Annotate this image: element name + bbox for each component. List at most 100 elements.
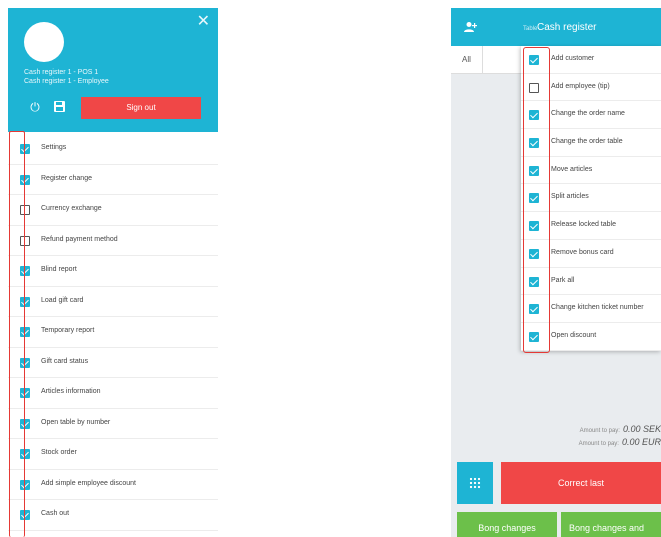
- checkbox-unchecked[interactable]: [529, 82, 539, 93]
- checkbox-checked[interactable]: [20, 174, 30, 185]
- checkbox-checked[interactable]: [529, 331, 539, 342]
- user-header: ✕ Cash register 1 - POS 1 Cash register …: [8, 8, 218, 132]
- checkbox-checked[interactable]: [529, 55, 539, 65]
- list-item[interactable]: Remove bonus card: [521, 240, 661, 268]
- list-item[interactable]: Open discount: [521, 323, 661, 351]
- list-item-label: Move articles: [551, 165, 593, 173]
- list-item-label: Register change: [41, 174, 92, 182]
- correct-last-button[interactable]: Correct last: [501, 462, 661, 504]
- list-item[interactable]: Cash out: [8, 500, 218, 531]
- checkbox-checked[interactable]: [20, 418, 30, 429]
- checkbox-checked[interactable]: [20, 388, 30, 398]
- checkbox-checked[interactable]: [529, 304, 539, 315]
- list-item-label: Cash out: [41, 510, 70, 517]
- checkbox-checked[interactable]: [20, 296, 30, 307]
- checkbox-checked[interactable]: [20, 357, 30, 368]
- list-item-label: Refund payment method: [41, 235, 118, 243]
- list-item-label: Stock order: [41, 449, 77, 456]
- list-item-label: Split articles: [551, 193, 589, 201]
- checkbox-checked[interactable]: [20, 144, 30, 154]
- list-item[interactable]: Release locked table: [521, 212, 661, 240]
- list-item[interactable]: Add employee (tip): [521, 74, 661, 102]
- list-item-label: Blind report: [41, 266, 77, 273]
- list-item-label: Change the order table: [551, 138, 623, 146]
- checkbox-checked[interactable]: [20, 479, 30, 490]
- list-item-label: Add customer: [551, 55, 595, 62]
- checkbox-checked[interactable]: [20, 510, 30, 520]
- amount-label: Amount to pay:: [578, 441, 619, 447]
- checkbox-checked[interactable]: [529, 165, 539, 176]
- list-item[interactable]: Change the order name: [521, 101, 661, 130]
- list-item[interactable]: Change kitchen ticket number: [521, 295, 661, 323]
- list-item-label: Release locked table: [551, 221, 616, 229]
- list-item[interactable]: Gift card status: [8, 348, 218, 378]
- list-item-label: Load gift card: [41, 296, 84, 304]
- list-item-label: Park all: [551, 276, 575, 284]
- save-icon[interactable]: [52, 100, 66, 114]
- bong-changes-button[interactable]: Bong changes: [457, 512, 557, 537]
- amount-value: 0.00 EUR: [621, 437, 661, 447]
- list-item[interactable]: Load gift card: [8, 287, 218, 317]
- list-item-label: Currency exchange: [41, 205, 102, 212]
- list-item-label: Remove bonus card: [551, 248, 614, 256]
- keypad-button[interactable]: [457, 462, 493, 504]
- list-item-label: Change the order name: [551, 110, 625, 118]
- side-menu-panel: ✕ Cash register 1 - POS 1 Cash register …: [8, 8, 218, 537]
- avatar: [24, 22, 64, 62]
- checkbox-checked[interactable]: [529, 221, 539, 232]
- register-title: Cash register: [537, 22, 597, 33]
- list-item-label: Add employee (tip): [551, 82, 610, 90]
- list-item[interactable]: Change the order table: [521, 129, 661, 157]
- checkbox-checked[interactable]: [20, 449, 30, 459]
- checkbox-checked[interactable]: [529, 138, 539, 149]
- list-item[interactable]: Split articles: [521, 184, 661, 213]
- list-item-label: Change kitchen ticket number: [551, 304, 644, 312]
- list-item-label: Temporary report: [41, 327, 95, 334]
- table-label: Table: [523, 26, 538, 32]
- list-item[interactable]: Add simple employee discount: [8, 470, 218, 500]
- permission-list: Settings Register change Currency exchange…: [8, 134, 218, 531]
- list-item[interactable]: Currency exchange: [8, 195, 218, 226]
- user-info-line-2: Cash register 1 - Employee: [24, 78, 109, 85]
- list-item[interactable]: Register change: [8, 165, 218, 195]
- amount-to-pay-sek: Amount to pay: 0.00 SEK: [580, 424, 661, 434]
- functions-dropdown: Add customer Add employee (tip) Change the…: [521, 46, 661, 351]
- amount-value: 0.00 SEK: [622, 424, 661, 434]
- list-item[interactable]: Blind report: [8, 256, 218, 287]
- register-header: Table Cash register: [451, 8, 661, 46]
- list-item[interactable]: Temporary report: [8, 317, 218, 348]
- list-item[interactable]: Move articles: [521, 157, 661, 185]
- tab-all[interactable]: All: [451, 46, 483, 74]
- checkbox-checked[interactable]: [529, 110, 539, 121]
- bong-changes-all-button[interactable]: Bong changes and: [561, 512, 661, 537]
- list-item-label: Open discount: [551, 331, 597, 339]
- list-item-label: Open table by number: [41, 418, 111, 426]
- user-info-line-1: Cash register 1 - POS 1: [24, 69, 99, 76]
- checkbox-checked[interactable]: [529, 248, 539, 259]
- close-icon[interactable]: ✕: [197, 14, 210, 30]
- checkbox-unchecked[interactable]: [20, 205, 30, 215]
- list-item-label: Add simple employee discount: [41, 479, 136, 487]
- amount-to-pay-eur: Amount to pay: 0.00 EUR: [579, 437, 661, 447]
- list-item[interactable]: Stock order: [8, 439, 218, 470]
- list-item-label: Settings: [41, 144, 67, 151]
- sign-out-button[interactable]: Sign out: [81, 97, 201, 119]
- add-user-icon[interactable]: [463, 21, 477, 33]
- amount-label: Amount to pay:: [579, 428, 620, 434]
- list-item[interactable]: Settings: [8, 134, 218, 165]
- list-item-label: Gift card status: [41, 357, 89, 365]
- checkbox-checked[interactable]: [529, 193, 539, 204]
- list-item[interactable]: Park all: [521, 268, 661, 296]
- list-item[interactable]: Add customer: [521, 46, 661, 74]
- list-item[interactable]: Refund payment method: [8, 226, 218, 256]
- keypad-icon: [469, 477, 481, 489]
- checkbox-checked[interactable]: [529, 276, 539, 287]
- checkbox-checked[interactable]: [20, 266, 30, 276]
- list-item[interactable]: Open table by number: [8, 409, 218, 439]
- list-item-label: Articles information: [41, 388, 101, 395]
- cash-register-panel: Table Cash register All Add customer Add …: [451, 8, 661, 537]
- checkbox-unchecked[interactable]: [20, 235, 30, 246]
- checkbox-checked[interactable]: [20, 327, 30, 337]
- power-icon[interactable]: ⏻: [28, 100, 42, 114]
- list-item[interactable]: Articles information: [8, 378, 218, 409]
